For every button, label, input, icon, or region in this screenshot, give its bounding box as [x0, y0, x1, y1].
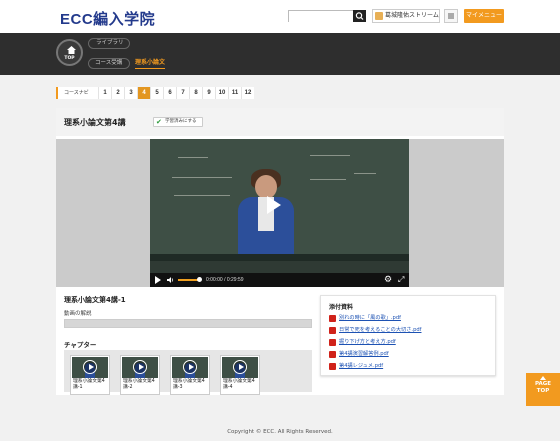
chapter-thumbnail	[72, 357, 108, 378]
page-top-line2: TOP	[536, 388, 550, 394]
play-overlay-icon[interactable]	[267, 196, 281, 214]
search-input[interactable]	[289, 19, 353, 30]
course-navi-item[interactable]: 12	[241, 87, 254, 99]
course-navi-item[interactable]: 8	[189, 87, 202, 99]
search-box	[288, 10, 366, 30]
chapter-label-line2: 講-4	[223, 385, 233, 390]
mymenu-button[interactable]: マイメニュー	[464, 9, 504, 23]
play-icon	[83, 360, 97, 374]
video-controls: 0:00:00 / 0:29:59 ⚙ ⤢	[150, 273, 409, 287]
course-navi-item[interactable]: 7	[176, 87, 189, 99]
chapter-label: チャプター	[64, 341, 97, 349]
course-navi-item[interactable]: 2	[111, 87, 124, 99]
chapter-label-line2: 講-3	[173, 385, 183, 390]
fullscreen-icon[interactable]: ⤢	[398, 275, 404, 285]
top-button[interactable]: TOP	[56, 39, 83, 66]
lesson-title: 理系小論文第4講	[64, 118, 126, 127]
attachments-box: 添付資料 別れの時に「風の歌」.pdf 日常で死を考えることの大切さ.pdf 掘…	[320, 295, 496, 376]
chapter-item[interactable]: 理系小論文第4 講-2	[120, 355, 160, 395]
breadcrumb-nav: TOP ライブラリ コース受講 理系小論文	[0, 33, 560, 75]
course-navi-item[interactable]: 10	[215, 87, 228, 99]
top-label: TOP	[64, 56, 75, 61]
attachment-link[interactable]: 掘り下げ方と考え方.pdf	[329, 338, 396, 347]
footer-copyright: Copyright © ECC. All Rights Reserved.	[227, 429, 333, 435]
chapter-label-line1: 理系小論文第4	[123, 379, 155, 384]
time-display: 0:00:00 / 0:29:59	[206, 277, 244, 283]
chapter-item[interactable]: 理系小論文第4 講-1	[70, 355, 110, 395]
video-subtitle: 理系小論文第4講-1	[64, 296, 126, 304]
attachment-link[interactable]: 第4講レジュメ.pdf	[329, 362, 383, 371]
play-icon	[183, 360, 197, 374]
notification-button[interactable]	[444, 9, 458, 23]
user-name: 葛城隆佑ストリーム	[385, 12, 439, 19]
page-top-line1: PAGE	[534, 381, 552, 387]
chapter-item[interactable]: 理系小論文第4 講-3	[170, 355, 210, 395]
attachment-link[interactable]: 第4講演習解答例.pdf	[329, 350, 389, 359]
play-icon	[233, 360, 247, 374]
volume-icon[interactable]	[167, 277, 174, 283]
lesson-title-bar: 理系小論文第4講 ✔ 学習済みにする	[56, 108, 504, 136]
chapter-label-line2: 講-1	[73, 385, 83, 390]
pdf-icon	[329, 351, 336, 358]
chapter-thumbnail	[222, 357, 258, 378]
home-icon	[67, 46, 76, 54]
video-area: 0:00:00 / 0:29:59 ⚙ ⤢	[56, 139, 504, 287]
check-icon: ✔	[156, 118, 162, 126]
user-avatar-icon	[375, 12, 383, 20]
breadcrumb-current: 理系小論文	[135, 58, 166, 69]
pdf-icon	[329, 339, 336, 346]
play-icon	[133, 360, 147, 374]
chapter-thumbnail	[172, 357, 208, 378]
pdf-icon	[329, 327, 336, 334]
explanation-box	[64, 319, 312, 328]
page-top-button[interactable]: PAGE TOP	[526, 373, 560, 406]
course-navi-label: コースナビ	[56, 87, 98, 99]
chapter-thumbnail	[122, 357, 158, 378]
attachment-link[interactable]: 別れの時に「風の歌」.pdf	[329, 314, 401, 323]
user-menu[interactable]: 葛城隆佑ストリーム	[372, 9, 440, 23]
volume-slider[interactable]	[178, 279, 198, 281]
course-navi-item[interactable]: 1	[98, 87, 111, 99]
course-navi-item[interactable]: 6	[163, 87, 176, 99]
chapter-list: 理系小論文第4 講-1 理系小論文第4 講-2 理系小論文第4 講-3 理系小論文第4…	[64, 350, 312, 395]
pdf-icon	[329, 315, 336, 322]
pdf-icon	[329, 363, 336, 370]
breadcrumb-library[interactable]: ライブラリ	[88, 38, 130, 49]
volume-knob[interactable]	[197, 277, 202, 282]
attachment-link[interactable]: 日常で死を考えることの大切さ.pdf	[329, 326, 421, 335]
course-navi-item[interactable]: 3	[124, 87, 137, 99]
chapter-label-line1: 理系小論文第4	[223, 379, 255, 384]
settings-gear-icon[interactable]: ⚙	[384, 275, 392, 285]
lesson-panel: 理系小論文第4講 ✔ 学習済みにする 0:00:00 / 0:29:59 ⚙ ⤢…	[56, 108, 504, 395]
search-icon	[355, 12, 364, 20]
explanation-label: 動画の解説	[64, 311, 92, 317]
chapter-label-line1: 理系小論文第4	[173, 379, 205, 384]
arrow-up-icon	[540, 376, 546, 380]
chapter-label-line1: 理系小論文第4	[73, 379, 105, 384]
mark-learned-button[interactable]: ✔ 学習済みにする	[153, 117, 203, 127]
course-navi-item[interactable]: 5	[150, 87, 163, 99]
course-navi-item[interactable]: 9	[202, 87, 215, 99]
attachments-title: 添付資料	[329, 304, 354, 311]
site-header: ECC編入学院 葛城隆佑ストリーム マイメニュー	[0, 0, 560, 33]
video-player[interactable]: 0:00:00 / 0:29:59 ⚙ ⤢	[150, 139, 409, 287]
course-navi-item[interactable]: 4	[137, 87, 150, 99]
chapter-item[interactable]: 理系小論文第4 講-4	[220, 355, 260, 395]
course-navi: コースナビ 1 2 3 4 5 6 7 8 9 10 11 12	[56, 87, 254, 99]
play-icon[interactable]	[155, 276, 161, 284]
search-button[interactable]	[353, 10, 366, 22]
course-navi-item[interactable]: 11	[228, 87, 241, 99]
mark-learned-label: 学習済みにする	[165, 119, 197, 124]
site-logo[interactable]: ECC編入学院	[60, 8, 155, 29]
chapter-label-line2: 講-2	[123, 385, 133, 390]
breadcrumb-course[interactable]: コース受講	[88, 58, 130, 69]
notification-icon	[448, 13, 454, 19]
